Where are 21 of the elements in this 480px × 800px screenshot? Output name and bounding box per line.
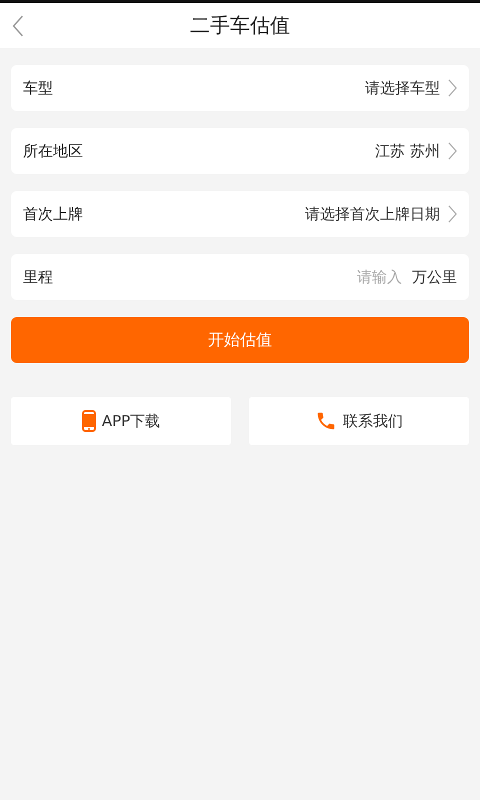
phone-icon [82,410,96,432]
chevron-icon [448,142,457,160]
field-label: 里程 [23,268,54,286]
field-label: 所在地区 [23,142,84,160]
field-value: 请选择车型 [365,78,440,98]
chevron-icon [448,79,457,97]
select-row[interactable]: 车型 请选择车型 [11,65,469,111]
select-row[interactable]: 首次上牌 请选择首次上牌日期 [11,191,469,237]
action-button[interactable]: APP下载 [11,397,231,445]
page-title: 二手车估值 [190,12,290,39]
unit-label: 万公里 [412,268,457,286]
chevron-icon [448,205,457,223]
handset-icon [315,410,337,432]
action-button[interactable]: 联系我们 [249,397,469,445]
field-label: 车型 [23,78,54,98]
field-value: 江苏 苏州 [375,142,440,160]
field-label: 首次上牌 [23,204,84,224]
input-field[interactable]: 请输入 [344,267,404,287]
field-value: 请选择首次上牌日期 [305,204,440,224]
select-row[interactable]: 所在地区 江苏 苏州 [11,128,469,174]
back-icon [12,15,24,37]
